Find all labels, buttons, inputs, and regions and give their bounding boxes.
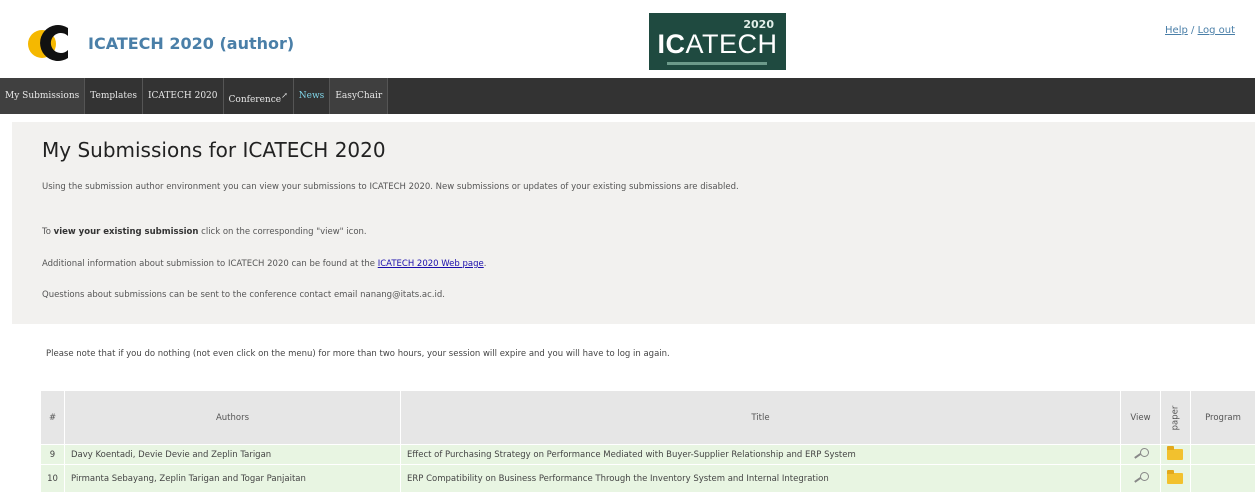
menu-icatech-2020[interactable]: ICATECH 2020: [143, 78, 224, 114]
logo-brand: ICATECH: [657, 29, 778, 59]
logo-strip: [667, 62, 767, 65]
table-header-row: # Authors Title View paper Program: [40, 390, 1255, 445]
folder-paper-icon[interactable]: [1167, 470, 1185, 484]
help-link[interactable]: Help: [1165, 25, 1188, 36]
info-view-instructions: To view your existing submission click o…: [42, 227, 367, 237]
header: ICATECH 2020 (author) 2020 ICATECH Help …: [0, 0, 1255, 78]
session-warning: Please note that if you do nothing (not …: [46, 349, 670, 359]
link-separator: /: [1191, 25, 1195, 36]
view-cell: [1120, 464, 1161, 493]
info-intro: Using the submission author environment …: [42, 182, 739, 192]
logout-link[interactable]: Log out: [1198, 25, 1235, 36]
row-authors: Pirmanta Sebayang, Zeplin Tarigan and To…: [64, 464, 401, 493]
table-row: 9 Davy Koentadi, Devie Devie and Zeplin …: [40, 444, 1255, 465]
info-panel: My Submissions for ICATECH 2020 Using th…: [12, 122, 1255, 324]
table-row: 10 Pirmanta Sebayang, Zeplin Tarigan and…: [40, 464, 1255, 493]
col-paper: paper: [1160, 390, 1191, 445]
paper-cell: [1160, 444, 1191, 465]
row-title: ERP Compatibility on Business Performanc…: [400, 464, 1121, 493]
magnifier-view-icon[interactable]: [1132, 448, 1150, 458]
page-title: My Submissions for ICATECH 2020: [42, 138, 386, 162]
conference-logo: 2020 ICATECH: [649, 13, 786, 70]
col-title: Title: [400, 390, 1121, 445]
program-cell: [1190, 444, 1255, 465]
row-authors: Davy Koentadi, Devie Devie and Zeplin Ta…: [64, 444, 401, 465]
app-title: ICATECH 2020 (author): [88, 34, 295, 53]
menu-news[interactable]: News: [294, 78, 331, 114]
info-contact: Questions about submissions can be sent …: [42, 290, 445, 300]
folder-paper-icon[interactable]: [1167, 446, 1185, 460]
conference-web-page-link[interactable]: ICATECH 2020 Web page: [378, 259, 484, 269]
main-menu: My Submissions Templates ICATECH 2020 Co…: [0, 78, 1255, 114]
submissions-table: # Authors Title View paper Program 9 Dav…: [40, 390, 1255, 493]
paper-cell: [1160, 464, 1191, 493]
view-cell: [1120, 444, 1161, 465]
menu-templates[interactable]: Templates: [85, 78, 143, 114]
col-program: Program: [1190, 390, 1255, 445]
external-link-icon: ↗: [281, 91, 288, 100]
col-authors: Authors: [64, 390, 401, 445]
menu-my-submissions[interactable]: My Submissions: [0, 78, 86, 114]
menu-easychair[interactable]: EasyChair: [330, 78, 389, 114]
magnifier-view-icon[interactable]: [1132, 472, 1150, 482]
info-additional: Additional information about submission …: [42, 259, 487, 269]
col-view: View: [1120, 390, 1161, 445]
row-number: 10: [40, 464, 65, 493]
menu-conference[interactable]: Conference↗: [224, 78, 294, 114]
easychair-logo-icon: [28, 25, 68, 61]
row-number: 9: [40, 444, 65, 465]
program-cell: [1190, 464, 1255, 493]
col-number: #: [40, 390, 65, 445]
top-links: Help / Log out: [1165, 25, 1235, 36]
row-title: Effect of Purchasing Strategy on Perform…: [400, 444, 1121, 465]
